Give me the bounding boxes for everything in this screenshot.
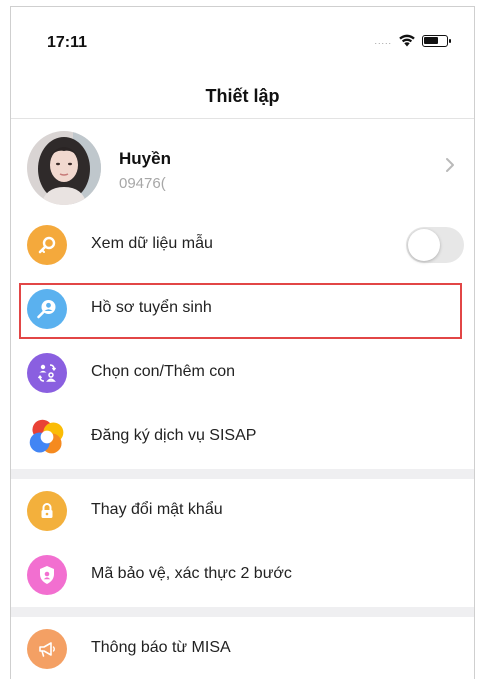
profile-phone: 09476( [119,175,166,192]
choose-child-row[interactable]: Chọn con/Thêm con [11,341,474,405]
section-separator [11,469,474,479]
section-separator [11,607,474,617]
demo-data-toggle[interactable] [406,227,464,263]
chevron-right-icon [446,158,454,172]
avatar [27,131,101,205]
wifi-icon [399,34,415,47]
status-time: 17:11 [47,34,88,51]
signal-icon: ..... [374,35,392,46]
key-search-icon [27,225,67,265]
lock-icon [27,491,67,531]
toggle-knob [408,229,440,261]
navigation-header: Thiết lập [11,69,474,119]
sisap-register-label: Đăng ký dịch vụ SISAP [91,427,257,444]
battery-icon [422,34,451,47]
sisap-register-row[interactable]: Đăng ký dịch vụ SISAP [11,405,474,469]
change-password-label: Thay đổi mật khẩu [91,501,223,518]
switch-child-icon [27,353,67,393]
highlight-box [19,283,462,339]
status-bar: 17:11 ..... [11,7,474,69]
two-factor-row[interactable]: Mã bảo vệ, xác thực 2 bước [11,543,474,607]
choose-child-label: Chọn con/Thêm con [91,363,236,380]
shield-icon [27,555,67,595]
misa-notification-label: Thông báo từ MISA [91,639,231,656]
two-factor-label: Mã bảo vệ, xác thực 2 bước [91,565,292,582]
demo-data-row: Xem dữ liệu mẫu [11,213,474,277]
megaphone-icon [27,629,67,669]
sisap-logo-icon [27,417,67,457]
phone-screen: 17:11 ..... Thiết lập Huyền 09476(Xem d… [10,6,475,679]
profile-row[interactable]: Huyền 09476( [11,119,474,213]
profile-name: Huyền [119,149,171,168]
status-icons: ..... [374,34,451,47]
demo-data-label: Xem dữ liệu mẫu [91,235,213,252]
page-title: Thiết lập [205,86,280,106]
misa-notification-row[interactable]: Thông báo từ MISA [11,617,474,679]
change-password-row[interactable]: Thay đổi mật khẩu [11,479,474,543]
